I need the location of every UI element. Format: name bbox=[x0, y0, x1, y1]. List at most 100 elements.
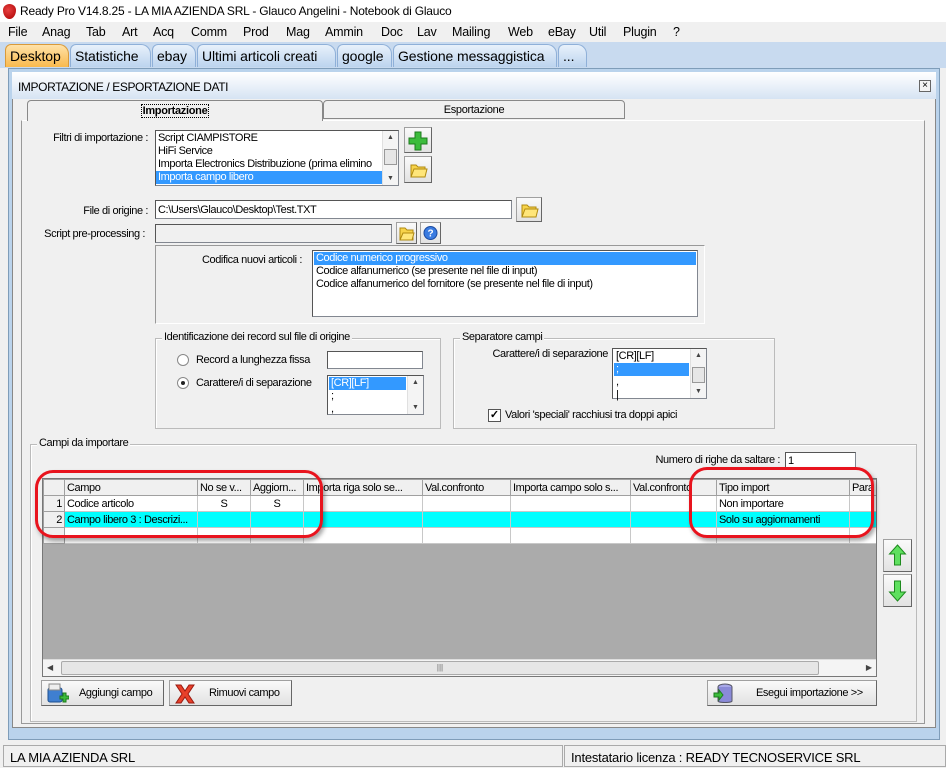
menu-ammin[interactable]: Ammin bbox=[325, 25, 363, 39]
lunghezza-fissa-input[interactable] bbox=[327, 351, 423, 369]
help-button[interactable]: ? bbox=[420, 222, 441, 244]
radio-lunghezza-fissa[interactable] bbox=[177, 354, 189, 366]
grid-cell[interactable] bbox=[510, 511, 631, 528]
menu-lav[interactable]: Lav bbox=[417, 25, 437, 39]
menu-mag[interactable]: Mag bbox=[286, 25, 310, 39]
plus-icon bbox=[408, 131, 428, 151]
radio-label: Record a lunghezza fissa bbox=[196, 354, 310, 366]
group-legend: Separatore campi bbox=[460, 331, 545, 343]
ident-scrollbar[interactable]: ▲ ▼ bbox=[407, 376, 423, 414]
app-tab-5[interactable]: google bbox=[337, 44, 392, 67]
menu-art[interactable]: Art bbox=[122, 25, 138, 39]
codifica-listbox[interactable]: Codice numerico progressivo Codice alfanu… bbox=[312, 250, 698, 317]
app-tab-6[interactable]: Gestione messaggistica bbox=[393, 44, 557, 67]
app-tab-2[interactable]: Statistiche bbox=[70, 44, 151, 67]
column-header[interactable]: Val.confronto bbox=[422, 479, 511, 496]
button-label: Aggiungi campo bbox=[79, 687, 153, 699]
status-bar: LA MIA AZIENDA SRL Intestatario licenza … bbox=[0, 743, 946, 768]
filtri-listbox[interactable]: Script CIAMPISTORE HiFi Service Importa El… bbox=[155, 130, 399, 186]
list-item[interactable]: Codice alfanumerico del fornitore (se pr… bbox=[314, 278, 696, 291]
browse-script-button[interactable] bbox=[396, 222, 417, 244]
menu-acq[interactable]: Acq bbox=[153, 25, 174, 39]
scroll-thumb[interactable]: ||| bbox=[61, 661, 819, 675]
scroll-left-icon[interactable]: ◀ bbox=[47, 663, 53, 672]
scroll-right-icon[interactable]: ▶ bbox=[866, 663, 872, 672]
grid-cell[interactable] bbox=[510, 527, 631, 544]
app-tab-1[interactable]: Desktop bbox=[5, 44, 69, 67]
filtri-scrollbar[interactable]: ▲ ▼ bbox=[382, 131, 398, 185]
script-preprocessing-input[interactable] bbox=[155, 224, 392, 243]
move-up-button[interactable] bbox=[883, 539, 912, 572]
menu-comm[interactable]: Comm bbox=[191, 25, 227, 39]
tab-importazione[interactable]: Importazione bbox=[27, 100, 323, 121]
grid-cell[interactable] bbox=[510, 495, 631, 512]
highlight-annotation bbox=[35, 470, 323, 538]
menu-ebay[interactable]: eBay bbox=[548, 25, 576, 39]
remove-x-icon bbox=[175, 684, 195, 704]
filtri-label: Filtri di importazione : bbox=[53, 132, 148, 144]
list-item[interactable]: Importa campo libero bbox=[156, 171, 382, 184]
separatore-scrollbar[interactable]: ▲ ▼ bbox=[690, 349, 706, 398]
list-item[interactable]: Codice alfanumerico (se presente nel fil… bbox=[314, 265, 696, 278]
menu-anag[interactable]: Anag bbox=[42, 25, 71, 39]
add-filter-button[interactable] bbox=[404, 127, 432, 153]
list-item[interactable]: , bbox=[614, 376, 689, 389]
panel-title: IMPORTAZIONE / ESPORTAZIONE DATI bbox=[18, 80, 229, 94]
list-item[interactable]: , bbox=[329, 403, 406, 416]
open-filter-button[interactable] bbox=[404, 156, 432, 183]
list-item[interactable]: Script CIAMPISTORE bbox=[156, 132, 382, 145]
menu-mailing[interactable]: Mailing bbox=[452, 25, 490, 39]
menu-file[interactable]: File bbox=[8, 25, 28, 39]
grid-cell[interactable] bbox=[422, 527, 511, 544]
menu-util[interactable]: Util bbox=[589, 25, 606, 39]
list-item[interactable]: [CR][LF] bbox=[614, 350, 689, 363]
move-down-button[interactable] bbox=[883, 574, 912, 607]
file-origine-input[interactable] bbox=[155, 200, 512, 219]
list-item[interactable]: Codice numerico progressivo bbox=[314, 252, 696, 265]
separatore-listbox[interactable]: [CR][LF];, | ▲ ▼ bbox=[612, 348, 707, 402]
rimuovi-campo-button[interactable]: Rimuovi campo bbox=[169, 680, 292, 706]
app-tab-bar: Desktop Statistiche ebay Ultimi articoli cr… bbox=[0, 42, 946, 68]
esegui-importazione-button[interactable]: Esegui importazione >> bbox=[707, 680, 877, 706]
menu-tab[interactable]: Tab bbox=[86, 25, 106, 39]
list-item[interactable]: | bbox=[614, 389, 689, 402]
close-icon[interactable]: × bbox=[919, 80, 931, 92]
grid-cell[interactable] bbox=[303, 527, 423, 544]
folder-icon bbox=[399, 227, 415, 241]
folder-icon bbox=[521, 204, 539, 218]
button-label: Esegui importazione >> bbox=[756, 687, 863, 699]
list-item[interactable]: [CR][LF] bbox=[329, 377, 406, 390]
status-company: LA MIA AZIENDA SRL bbox=[3, 745, 563, 767]
tab-esportazione[interactable]: Esportazione bbox=[323, 100, 625, 119]
list-item[interactable]: ; bbox=[614, 363, 689, 376]
aggiungi-campo-button[interactable]: Aggiungi campo bbox=[41, 680, 164, 706]
browse-file-button[interactable] bbox=[516, 197, 542, 222]
highlight-annotation bbox=[689, 467, 874, 538]
title-bar: Ready Pro V14.8.25 - LA MIA AZIENDA SRL … bbox=[0, 0, 946, 22]
grid-cell[interactable] bbox=[422, 495, 511, 512]
app-tab-3[interactable]: ebay bbox=[152, 44, 196, 67]
list-item[interactable]: Importa Electronics Distribuzione (prima… bbox=[156, 158, 382, 171]
app-tab-7[interactable]: ... bbox=[558, 44, 587, 67]
svg-text:?: ? bbox=[427, 229, 433, 240]
radio-carattere-separazione[interactable] bbox=[177, 377, 189, 389]
status-license: Intestatario licenza : READY TECNOSERVIC… bbox=[564, 745, 946, 767]
panel-title-bar: IMPORTAZIONE / ESPORTAZIONE DATI × bbox=[12, 72, 936, 99]
ident-separator-listbox[interactable]: [CR][LF];, ▲ ▼ bbox=[327, 375, 424, 415]
tab-label: Importazione bbox=[140, 104, 210, 118]
column-header[interactable]: Importa campo solo s... bbox=[510, 479, 631, 496]
menu-web[interactable]: Web bbox=[508, 25, 533, 39]
valori-speciali-checkbox[interactable]: ✓ bbox=[488, 409, 501, 422]
list-item[interactable]: HiFi Service bbox=[156, 145, 382, 158]
app-logo-icon bbox=[3, 4, 16, 19]
menu-plugin[interactable]: Plugin bbox=[623, 25, 657, 39]
grid-cell[interactable] bbox=[422, 511, 511, 528]
menu-prod[interactable]: Prod bbox=[243, 25, 269, 39]
app-tab-4[interactable]: Ultimi articoli creati bbox=[197, 44, 336, 67]
grid-horizontal-scrollbar[interactable]: ◀ ||| ▶ bbox=[43, 659, 876, 676]
list-item[interactable]: ; bbox=[329, 390, 406, 403]
menu-help[interactable]: ? bbox=[673, 25, 680, 39]
folder-icon bbox=[410, 164, 428, 178]
menu-doc[interactable]: Doc bbox=[381, 25, 403, 39]
radio-label: Carattere/i di separazione bbox=[196, 377, 312, 389]
